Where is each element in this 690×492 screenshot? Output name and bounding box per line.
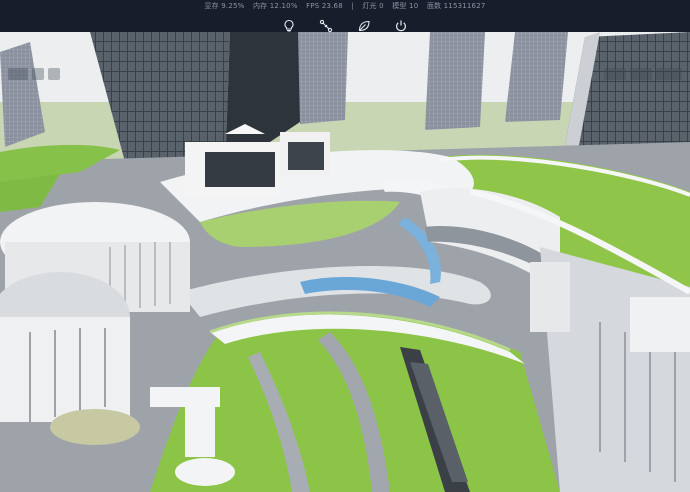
faces-stat: 面数 115311627 — [426, 2, 486, 10]
toolbar — [0, 15, 690, 33]
city-plaza-render — [0, 32, 690, 492]
memory-stat: 内存 12.10% — [252, 2, 298, 10]
lightbulb-icon[interactable] — [282, 19, 296, 33]
lights-stat: 灯光 0 — [362, 2, 384, 10]
app-window: 显存 9.25% 内存 12.10% FPS 23.68 | 灯光 0 模型 1… — [0, 0, 690, 492]
performance-stats: 显存 9.25% 内存 12.10% FPS 23.68 | 灯光 0 模型 1… — [0, 1, 690, 13]
viewport-control-1[interactable] — [8, 68, 28, 80]
stone-tower-right-2 — [505, 32, 568, 122]
top-status-bar: 显存 9.25% 内存 12.10% FPS 23.68 | 灯光 0 模型 1… — [0, 0, 690, 33]
leaf-icon[interactable] — [357, 19, 371, 33]
3d-viewport[interactable] — [0, 32, 690, 492]
stone-tower-right-1 — [425, 32, 485, 130]
stone-tower-center — [298, 32, 348, 124]
viewport-control-4[interactable] — [604, 68, 626, 80]
nodes-icon[interactable] — [319, 19, 333, 33]
viewport-control-6[interactable] — [656, 68, 682, 80]
power-icon[interactable] — [394, 19, 408, 33]
gpu-memory-stat: 显存 9.25% — [204, 2, 245, 10]
stat-separator: | — [351, 2, 354, 10]
viewport-control-5[interactable] — [630, 68, 652, 80]
viewport-control-2[interactable] — [32, 68, 44, 80]
models-stat: 模型 10 — [392, 2, 419, 10]
viewport-control-3[interactable] — [48, 68, 60, 80]
fps-stat: FPS 23.68 — [306, 2, 343, 10]
